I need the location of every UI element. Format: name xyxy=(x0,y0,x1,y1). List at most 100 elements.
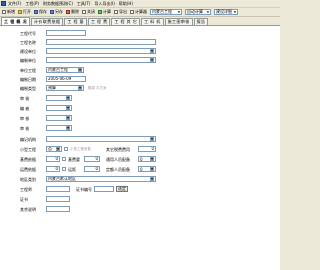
new-button[interactable]: 新增 xyxy=(2,9,15,15)
menu-finance[interactable]: 财务数据预测(C) xyxy=(43,1,73,7)
chevron-down-icon: ▼ xyxy=(150,137,154,141)
project-name-input[interactable] xyxy=(46,39,156,45)
cert-input[interactable] xyxy=(46,196,70,202)
save-as-label: 另存 xyxy=(55,9,63,14)
other-fee-label: 其它税费费用 xyxy=(106,147,130,152)
unit-project-select[interactable]: 内蒙古工程 ▼ xyxy=(46,67,84,73)
calc-mode-value: 自动计算 xyxy=(187,9,203,14)
project-code-label: 工程代号 xyxy=(20,31,36,36)
calc-button[interactable]: 计算 xyxy=(98,9,111,15)
build-unit-label: 建设单位 xyxy=(20,49,36,54)
new-file-icon xyxy=(2,10,6,14)
menu-tools[interactable]: 工具(T) xyxy=(77,1,91,7)
chevron-down-icon: ▼ xyxy=(150,177,154,181)
folder-icon xyxy=(18,10,22,14)
chevron-down-icon: ▼ xyxy=(78,86,82,90)
seal-select[interactable]: ▼ xyxy=(46,136,156,142)
export-icon xyxy=(114,10,118,14)
type-value: 预算 xyxy=(48,85,56,90)
delete-button[interactable]: 删除 xyxy=(66,9,79,15)
menu-project[interactable]: 工程(P) xyxy=(25,1,39,7)
review-label: 审 核 xyxy=(20,116,30,121)
dist-b2-input[interactable]: 0 xyxy=(84,166,100,172)
type-hint: 概算 平方米 xyxy=(88,86,107,90)
prepare-select[interactable]: ▼ xyxy=(46,105,72,111)
build-unit-select[interactable]: ▼ xyxy=(46,48,156,54)
calc-label: 计算 xyxy=(103,9,111,14)
cert-no-input[interactable] xyxy=(94,186,114,192)
save-as-button[interactable]: 另存 xyxy=(50,9,63,15)
save-button[interactable]: 保存 xyxy=(34,9,47,15)
close-icon xyxy=(82,10,86,14)
menu-file[interactable]: 文件(F) xyxy=(8,1,21,7)
dist-a-checkbox[interactable] xyxy=(62,157,66,161)
chevron-down-icon: ▼ xyxy=(150,49,154,53)
tab-overview[interactable]: 工 程 概 况 xyxy=(1,17,30,25)
doc-select[interactable]: 建设详细 ▼ xyxy=(214,9,238,15)
staff-select[interactable]: 0 ▼ xyxy=(138,166,156,172)
calculator-label: 计算器 xyxy=(135,9,147,14)
menu-import-export[interactable]: 导入导出(I) xyxy=(94,1,114,7)
loc-label: 通用人员配备 xyxy=(106,157,130,162)
open-button[interactable]: 打开 xyxy=(18,9,31,15)
seal-label: 编记机构 xyxy=(20,137,36,142)
approve-select[interactable]: ▼ xyxy=(46,125,72,131)
loc-select[interactable]: 0 ▼ xyxy=(138,156,156,162)
other-fee-input[interactable]: 0 xyxy=(138,146,156,152)
chevron-down-icon: ▼ xyxy=(66,106,70,110)
chevron-down-icon: ▼ xyxy=(177,10,180,14)
export-button[interactable]: 导出 xyxy=(114,9,127,15)
dist-b-input[interactable]: 0 xyxy=(46,166,60,172)
chevron-down-icon: ▼ xyxy=(150,157,154,161)
apply-button[interactable]: 选定 xyxy=(116,186,128,192)
tab-materials[interactable]: 工 料 机 xyxy=(141,18,164,25)
toolbar: 新增 打开 保存 另存 删除 关闭 计算 导出 计算器 内蒙古工程 ▼ 自动计算 ▼… xyxy=(0,8,280,17)
calculator-icon xyxy=(130,10,134,14)
doc-select-value: 建设详细 xyxy=(216,9,232,14)
tab-quantities[interactable]: 工 程 量 xyxy=(64,18,87,25)
prepare-label: 编 者 xyxy=(20,106,30,111)
chevron-down-icon: ▼ xyxy=(66,116,70,120)
dist-a-input[interactable]: 0 xyxy=(46,156,60,162)
dist-a-label: 基费依据 xyxy=(20,157,36,162)
remark-input[interactable] xyxy=(46,206,70,212)
fee-plan-input[interactable]: 0 xyxy=(84,156,100,162)
chevron-down-icon: ▼ xyxy=(78,68,82,72)
calc-mode-select[interactable]: 自动计算 ▼ xyxy=(185,9,211,15)
tab-costs[interactable]: 工 程 费 xyxy=(87,18,111,25)
project-code-input[interactable] xyxy=(46,30,86,36)
dist-b-label: 运费依据 xyxy=(20,167,36,172)
check-select[interactable]: ▼ xyxy=(46,95,72,101)
menu-help[interactable]: 帮助(H) xyxy=(119,1,133,7)
project-select-value: 内蒙古工程 xyxy=(152,9,172,14)
type-select[interactable]: 预算 ▼ xyxy=(46,85,84,91)
save-icon xyxy=(34,10,38,14)
project-name-label: 工程名称 xyxy=(20,40,36,45)
project-select[interactable]: 内蒙古工程 ▼ xyxy=(150,9,182,15)
unit-project-label: 单位工程 xyxy=(20,68,36,73)
small-project-label: 小型工程 xyxy=(20,147,36,152)
region-select[interactable]: 内蒙古默认地区 ▼ xyxy=(46,176,156,182)
app-icon xyxy=(1,1,6,6)
export-label: 导出 xyxy=(119,9,127,14)
chevron-down-icon: ▼ xyxy=(150,167,154,171)
tab-drawing-review[interactable]: 施工图审核 xyxy=(164,18,193,25)
save-label: 保存 xyxy=(39,9,47,14)
engineer-input[interactable] xyxy=(46,186,70,192)
calculator-button[interactable]: 计算器 xyxy=(130,9,147,15)
small-project-checkbox[interactable] xyxy=(64,147,68,151)
design-unit-select[interactable]: ▼ xyxy=(46,57,156,63)
cert-no-label: 证书编号 xyxy=(76,187,92,192)
tab-other[interactable]: 工 程 其 它 xyxy=(111,18,141,25)
close-button[interactable]: 关闭 xyxy=(82,9,95,15)
region-label: 地区类别 xyxy=(20,177,36,182)
dist-b-checkbox[interactable] xyxy=(62,167,66,171)
menu-bar: 文件(F) 工程(P) 财务数据预测(C) 工具(T) 导入导出(I) 帮助(H… xyxy=(0,0,280,8)
chevron-down-icon: ▼ xyxy=(150,58,154,62)
staff-value: 0 xyxy=(140,166,143,172)
date-input[interactable]: 2005-06-09 xyxy=(46,76,86,82)
tab-pricing-basis[interactable]: 计价取费依据 xyxy=(30,18,64,25)
review-select[interactable]: ▼ xyxy=(46,115,72,121)
small-project-select[interactable]: 否 ▼ xyxy=(46,146,62,152)
tab-report[interactable]: 报告 xyxy=(193,18,209,25)
